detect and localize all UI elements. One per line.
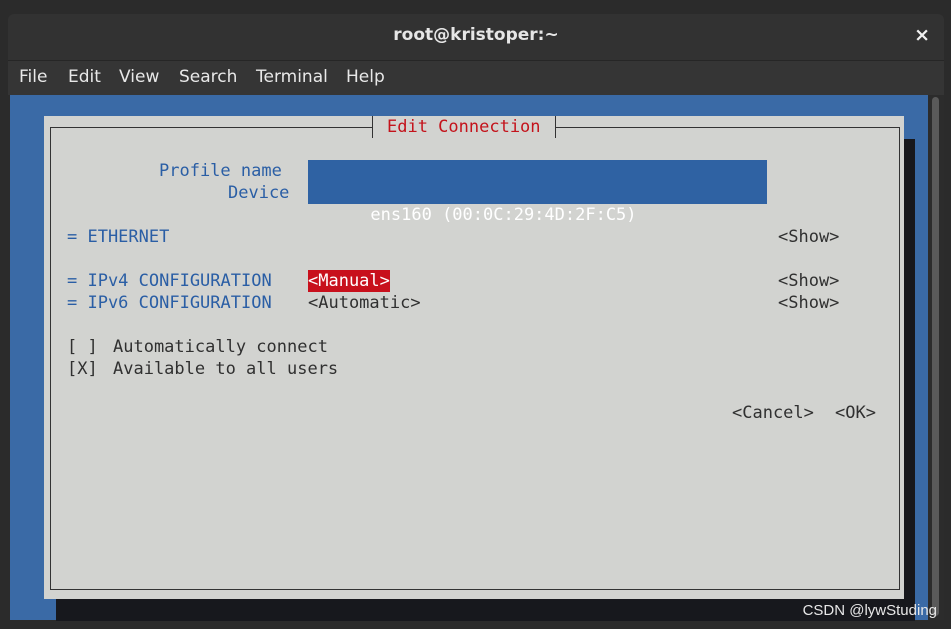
ethernet-show-button[interactable]: <Show> <box>778 226 839 248</box>
ipv6-show-button[interactable]: <Show> <box>778 292 839 314</box>
device-label: Device <box>228 183 290 203</box>
ethernet-section-label: = ETHERNET <box>67 227 170 247</box>
ipv6-method-select[interactable]: <Automatic> <box>308 292 421 314</box>
scrollbar-thumb[interactable] <box>932 97 939 616</box>
ipv4-method-select[interactable]: <Manual> <box>308 270 390 292</box>
title-bar: root@kristoper:~ × <box>8 14 944 60</box>
menu-search[interactable]: Search <box>179 67 237 87</box>
watermark: CSDN @lywStuding <box>802 602 937 619</box>
menu-view[interactable]: View <box>119 67 159 87</box>
edit-connection-dialog: Edit Connection Profile name ens160 Devi… <box>44 116 904 599</box>
dialog-title: Edit Connection <box>372 116 556 138</box>
all-users-checkbox[interactable]: [X] <box>67 358 98 380</box>
ipv4-show-button[interactable]: <Show> <box>778 270 839 292</box>
menu-edit[interactable]: Edit <box>68 67 101 87</box>
cancel-button[interactable]: <Cancel> <box>732 402 814 424</box>
scrollbar[interactable] <box>928 95 944 620</box>
auto-connect-checkbox[interactable]: [ ] <box>67 336 98 358</box>
ipv6-section-label: = IPv6 CONFIGURATION <box>67 293 272 313</box>
device-value: ens160 (00:0C:29:4D:2F:C5) <box>370 205 637 225</box>
window-title: root@kristoper:~ <box>393 25 559 45</box>
auto-connect-label: Automatically connect <box>113 337 328 357</box>
menu-file[interactable]: File <box>19 67 47 87</box>
all-users-label: Available to all users <box>113 359 339 379</box>
profile-name-label: Profile name <box>159 161 282 181</box>
profile-name-input[interactable]: ens160 <box>308 160 767 203</box>
menu-bar: File Edit View Search Terminal Help <box>8 60 944 95</box>
ok-button[interactable]: <OK> <box>835 402 876 424</box>
device-input[interactable]: ens160 (00:0C:29:4D:2F:C5) <box>308 182 767 225</box>
menu-help[interactable]: Help <box>346 67 385 87</box>
close-icon[interactable]: × <box>914 24 930 46</box>
ipv4-section-label: = IPv4 CONFIGURATION <box>67 271 272 291</box>
menu-terminal[interactable]: Terminal <box>256 67 328 87</box>
terminal-window: root@kristoper:~ × File Edit View Search… <box>0 0 951 629</box>
